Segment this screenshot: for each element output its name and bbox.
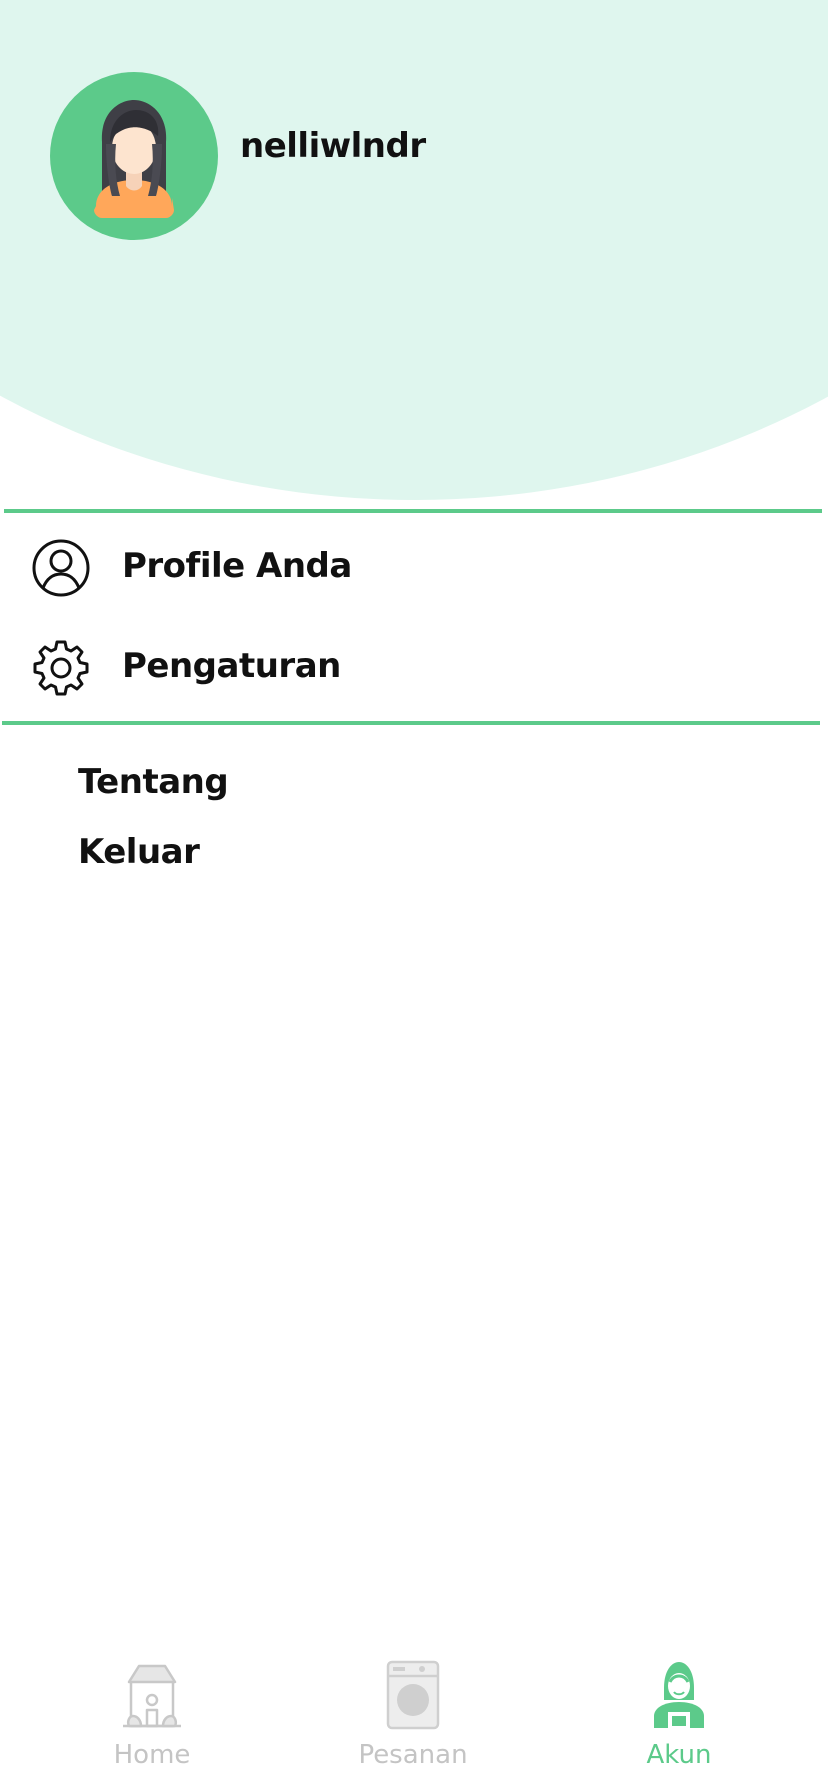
nav-label: Home	[113, 1740, 191, 1770]
woman-avatar-icon	[94, 100, 174, 218]
nav-item-home[interactable]: Home	[52, 1640, 252, 1792]
menu-divider-bottom	[2, 721, 820, 725]
nav-label: Pesanan	[358, 1740, 468, 1770]
about-link[interactable]: Tentang	[78, 762, 229, 802]
washing-machine-icon	[380, 1660, 446, 1730]
avatar	[50, 72, 218, 240]
username: nelliwlndr	[240, 126, 426, 166]
user-circle-icon	[31, 538, 91, 598]
menu-item-settings[interactable]: Pengaturan	[0, 622, 828, 712]
nav-label: Akun	[646, 1740, 712, 1770]
menu-item-label: Pengaturan	[122, 646, 341, 686]
house-icon	[119, 1660, 185, 1730]
bottom-navigation: Home Pesanan Akun	[0, 1640, 828, 1792]
logout-link[interactable]: Keluar	[78, 832, 200, 872]
woman-worker-icon	[646, 1660, 712, 1730]
gear-icon	[31, 638, 91, 698]
menu-item-label: Profile Anda	[122, 546, 352, 586]
menu-item-profile[interactable]: Profile Anda	[0, 522, 828, 612]
nav-item-account[interactable]: Akun	[579, 1640, 779, 1792]
nav-item-orders[interactable]: Pesanan	[313, 1640, 513, 1792]
menu-divider-top	[4, 509, 822, 513]
